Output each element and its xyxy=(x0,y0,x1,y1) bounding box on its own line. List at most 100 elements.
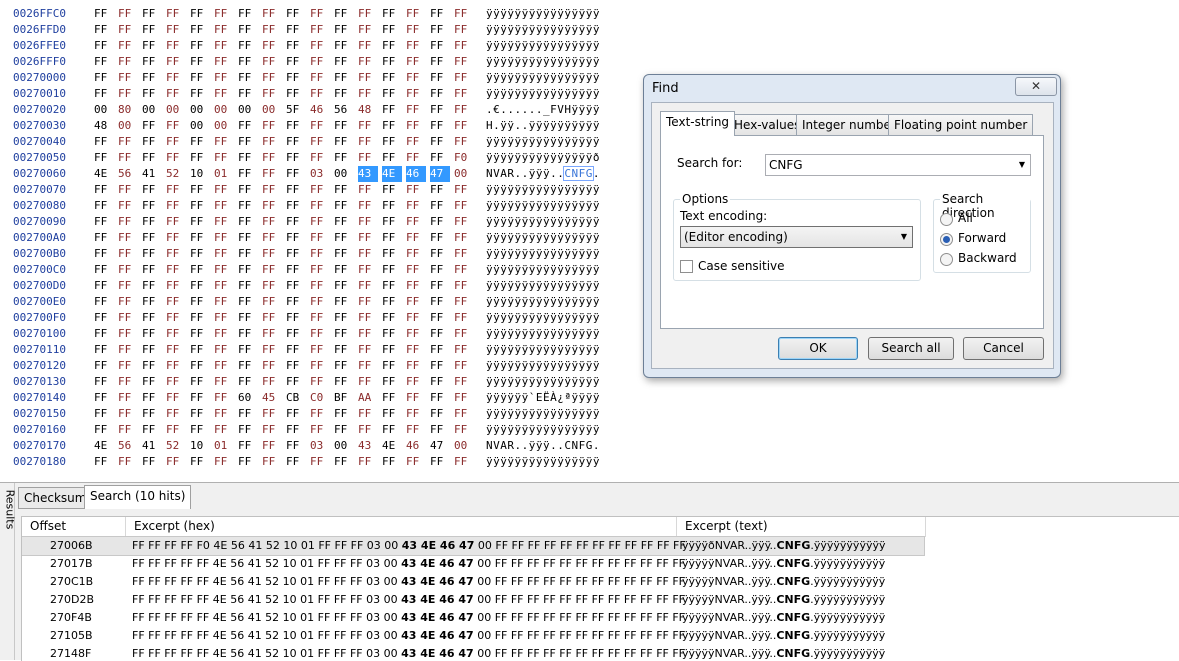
hex-byte[interactable]: FF xyxy=(406,406,426,422)
direction-forward-radio[interactable] xyxy=(940,233,953,246)
hex-byte[interactable]: FF xyxy=(430,358,450,374)
column-header-offset[interactable]: Offset xyxy=(22,517,126,537)
case-sensitive-checkbox[interactable] xyxy=(680,260,693,273)
hex-byte[interactable]: FF xyxy=(166,422,186,438)
hex-byte[interactable]: FF xyxy=(190,422,210,438)
hex-byte[interactable]: FF xyxy=(94,70,114,86)
hex-byte[interactable]: FF xyxy=(310,150,330,166)
hex-byte[interactable]: FF xyxy=(142,278,162,294)
hex-byte[interactable]: FF xyxy=(142,118,162,134)
hex-byte[interactable]: FF xyxy=(214,262,234,278)
hex-byte[interactable]: FF xyxy=(454,182,474,198)
hex-byte[interactable]: FF xyxy=(286,438,306,454)
hex-byte[interactable]: FF xyxy=(262,38,282,54)
hex-byte[interactable]: FF xyxy=(406,6,426,22)
hex-row-text[interactable]: NVAR..ÿÿÿ..CNFG. xyxy=(486,438,600,454)
hex-byte[interactable]: FF xyxy=(334,406,354,422)
hex-byte[interactable]: FF xyxy=(94,374,114,390)
hex-byte[interactable]: FF xyxy=(430,262,450,278)
hex-byte[interactable]: FF xyxy=(190,246,210,262)
hex-byte[interactable]: FF xyxy=(238,326,258,342)
hex-byte[interactable]: FF xyxy=(310,278,330,294)
hex-byte[interactable]: FF xyxy=(94,150,114,166)
hex-byte[interactable]: FF xyxy=(166,294,186,310)
hex-row-text[interactable]: .€......_FVHÿÿÿÿ xyxy=(486,102,600,118)
hex-byte[interactable]: FF xyxy=(214,294,234,310)
hex-byte[interactable]: FF xyxy=(430,86,450,102)
hex-byte[interactable]: FF xyxy=(430,70,450,86)
hex-byte[interactable]: FF xyxy=(166,278,186,294)
hex-byte[interactable]: FF xyxy=(94,326,114,342)
hex-byte[interactable]: 00 xyxy=(214,102,234,118)
hex-byte[interactable]: FF xyxy=(430,294,450,310)
hex-byte[interactable]: FF xyxy=(238,166,258,182)
hex-byte[interactable]: FF xyxy=(118,246,138,262)
hex-byte[interactable]: FF xyxy=(406,278,426,294)
hex-byte[interactable]: FF xyxy=(190,310,210,326)
hex-byte[interactable]: FF xyxy=(286,198,306,214)
hex-byte[interactable]: 10 xyxy=(190,438,210,454)
hex-row-text[interactable]: ÿÿÿÿÿÿÿÿÿÿÿÿÿÿÿÿ xyxy=(486,22,600,38)
hex-byte[interactable]: 00 xyxy=(454,166,474,182)
hex-byte[interactable]: FF xyxy=(166,70,186,86)
hex-byte[interactable]: FF xyxy=(142,342,162,358)
hex-byte[interactable]: FF xyxy=(262,150,282,166)
search-for-combo[interactable]: CNFG ▼ xyxy=(765,154,1031,176)
hex-byte[interactable]: FF xyxy=(214,230,234,246)
hex-byte[interactable]: FF xyxy=(382,342,402,358)
hex-byte[interactable]: FF xyxy=(118,278,138,294)
hex-row-text[interactable]: ÿÿÿÿÿÿÿÿÿÿÿÿÿÿÿÿ xyxy=(486,6,600,22)
hex-byte[interactable]: FF xyxy=(358,86,378,102)
hex-byte[interactable]: 00 xyxy=(142,102,162,118)
hex-byte[interactable]: 5F xyxy=(286,102,306,118)
hex-byte[interactable]: FF xyxy=(166,54,186,70)
hex-byte[interactable]: FF xyxy=(142,230,162,246)
hex-byte[interactable]: FF xyxy=(454,422,474,438)
hex-row-text[interactable]: ÿÿÿÿÿÿÿÿÿÿÿÿÿÿÿÿ xyxy=(486,342,600,358)
hex-row-text[interactable]: ÿÿÿÿÿÿÿÿÿÿÿÿÿÿÿð xyxy=(486,150,600,166)
hex-byte[interactable]: FF xyxy=(454,6,474,22)
hex-byte[interactable]: FF xyxy=(262,70,282,86)
result-row[interactable]: 270D2B FF FF FF FF FF 4E 56 41 52 10 01 F… xyxy=(22,591,1179,609)
hex-byte[interactable]: FF xyxy=(358,326,378,342)
hex-byte[interactable]: FF xyxy=(166,358,186,374)
hex-byte[interactable]: FF xyxy=(382,310,402,326)
hex-byte[interactable]: FF xyxy=(286,422,306,438)
hex-row-text[interactable]: ÿÿÿÿÿÿÿÿÿÿÿÿÿÿÿÿ xyxy=(486,326,600,342)
hex-byte[interactable]: FF xyxy=(334,422,354,438)
hex-byte[interactable]: FF xyxy=(238,54,258,70)
hex-byte[interactable]: FF xyxy=(286,166,306,182)
hex-row-text[interactable]: NVAR..ÿÿÿ..CNFG. xyxy=(486,166,600,182)
hex-byte[interactable]: FF xyxy=(454,262,474,278)
hex-byte[interactable]: FF xyxy=(262,326,282,342)
hex-byte[interactable]: FF xyxy=(262,198,282,214)
hex-byte[interactable]: FF xyxy=(142,454,162,470)
hex-byte[interactable]: FF xyxy=(382,134,402,150)
hex-byte[interactable]: FF xyxy=(358,406,378,422)
hex-byte[interactable]: FF xyxy=(214,22,234,38)
hex-byte[interactable]: FF xyxy=(286,342,306,358)
hex-byte[interactable]: FF xyxy=(262,182,282,198)
hex-byte[interactable]: FF xyxy=(430,118,450,134)
hex-byte[interactable]: FF xyxy=(310,134,330,150)
hex-byte[interactable]: FF xyxy=(310,22,330,38)
hex-byte[interactable]: FF xyxy=(406,358,426,374)
hex-byte[interactable]: FF xyxy=(310,198,330,214)
hex-byte[interactable]: FF xyxy=(190,150,210,166)
hex-byte[interactable]: 56 xyxy=(118,166,138,182)
ok-button[interactable]: OK xyxy=(778,337,858,360)
hex-byte[interactable]: FF xyxy=(334,150,354,166)
hex-byte[interactable]: FF xyxy=(190,454,210,470)
hex-byte[interactable]: FF xyxy=(406,70,426,86)
hex-byte[interactable]: FF xyxy=(262,438,282,454)
hex-byte[interactable]: FF xyxy=(262,6,282,22)
hex-byte[interactable]: FF xyxy=(358,454,378,470)
hex-byte[interactable]: FF xyxy=(430,246,450,262)
hex-row-text[interactable]: ÿÿÿÿÿÿÿÿÿÿÿÿÿÿÿÿ xyxy=(486,86,600,102)
hex-byte[interactable]: FF xyxy=(238,22,258,38)
close-button[interactable]: ✕ xyxy=(1015,77,1057,96)
hex-byte[interactable]: FF xyxy=(406,374,426,390)
hex-byte[interactable]: FF xyxy=(286,278,306,294)
hex-byte[interactable]: FF xyxy=(334,134,354,150)
hex-byte[interactable]: FF xyxy=(406,134,426,150)
